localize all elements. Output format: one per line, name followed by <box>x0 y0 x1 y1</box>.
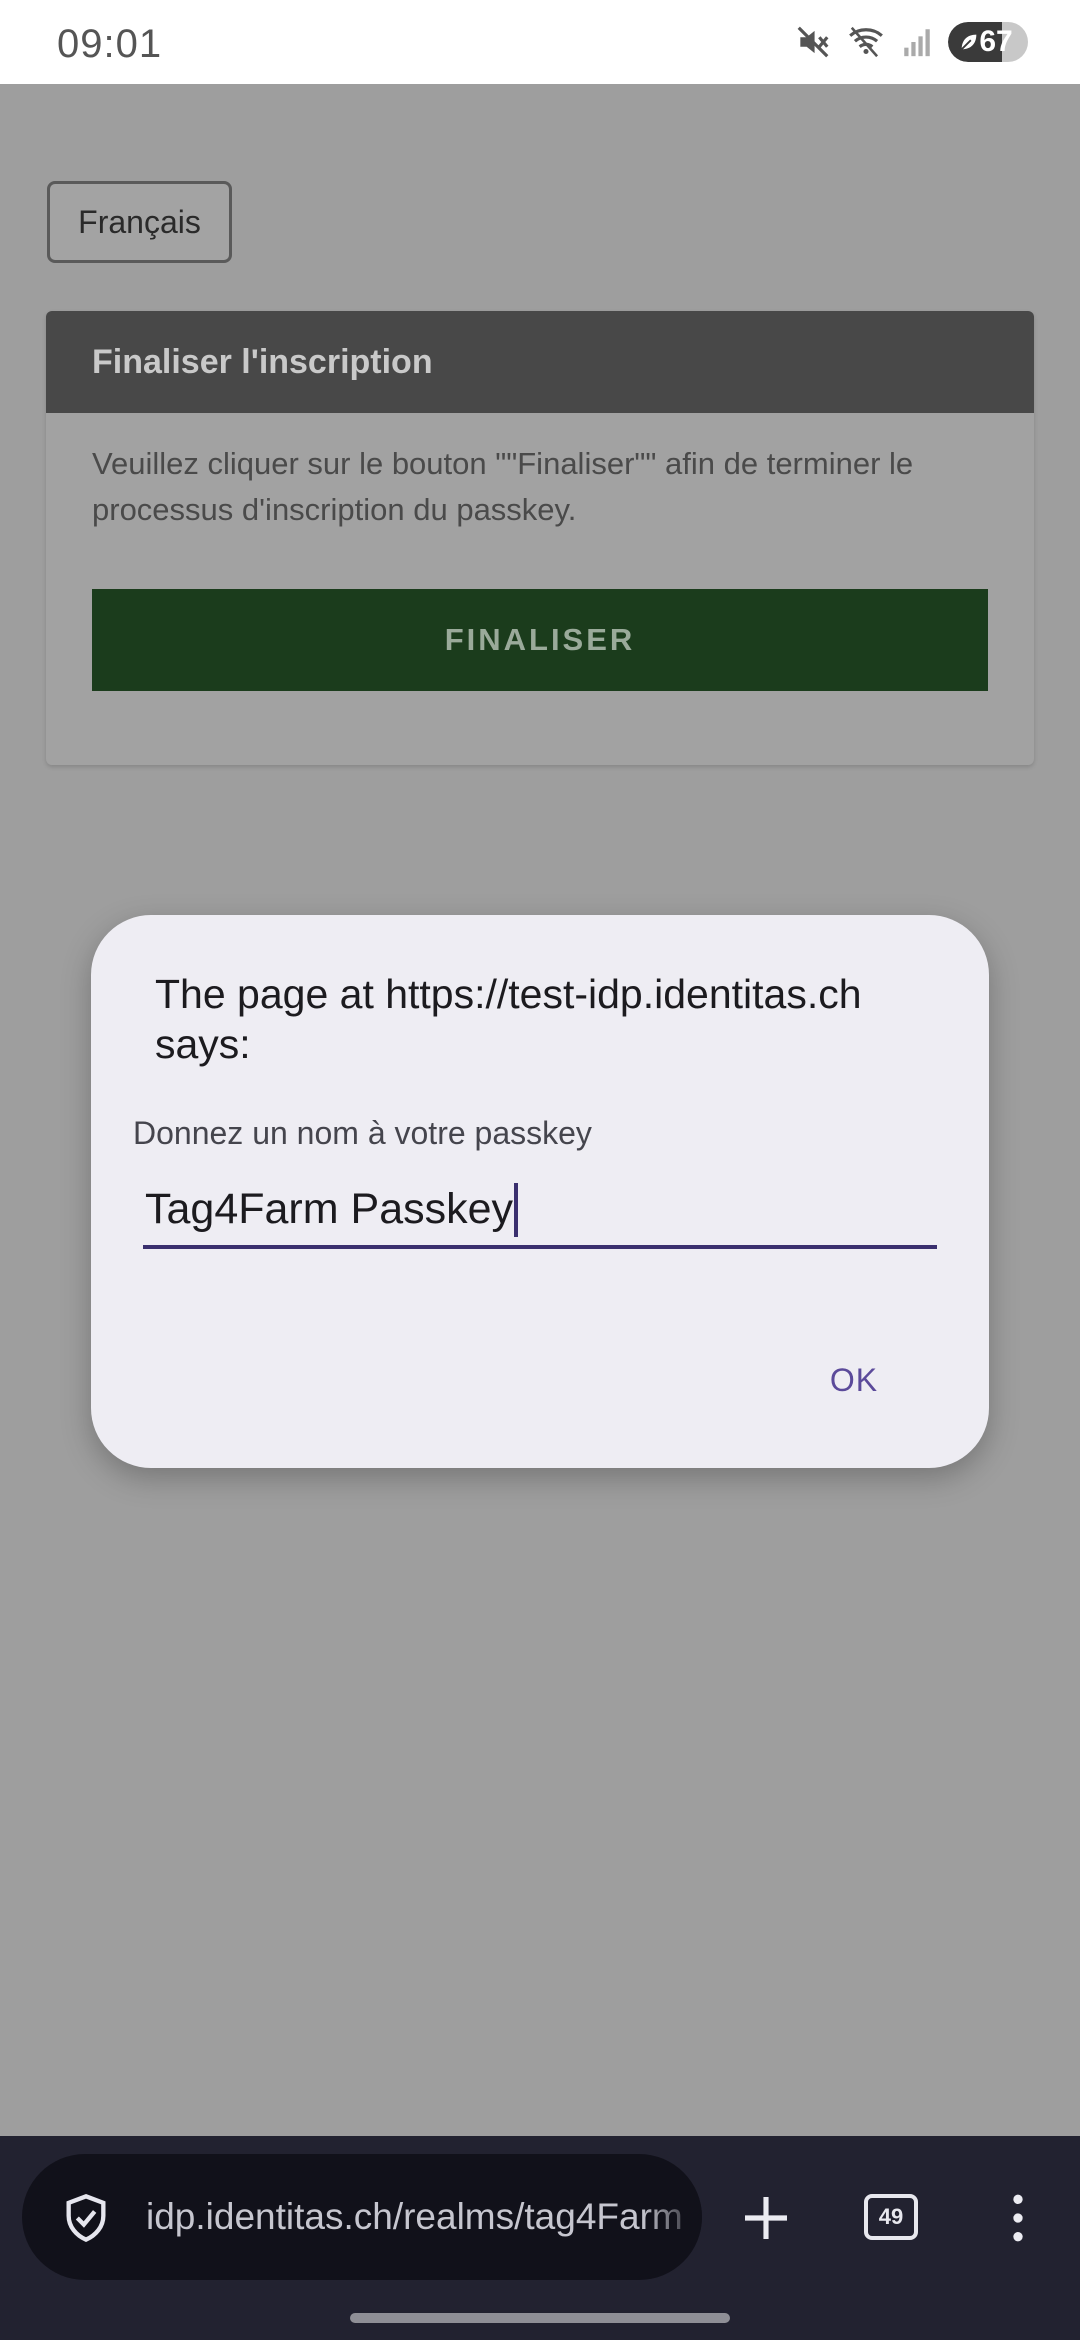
new-tab-plus-icon[interactable] <box>738 2190 794 2251</box>
screen: 09:01 67 Français Finaliser l'inscriptio… <box>0 0 1080 2340</box>
card-body-text: Veuillez cliquer sur le bouton ""Finalis… <box>92 446 914 527</box>
prompt-dialog: The page at https://test-idp.identitas.c… <box>91 915 989 1468</box>
more-menu-icon[interactable] <box>1000 2190 1036 2251</box>
passkey-name-input[interactable]: Tag4Farm Passkey <box>143 1183 937 1249</box>
passkey-name-value: Tag4Farm Passkey <box>145 1185 514 1233</box>
signal-icon <box>900 25 934 59</box>
ok-button[interactable]: OK <box>799 1345 909 1415</box>
battery-icon: 67 <box>948 22 1028 62</box>
browser-toolbar: idp.identitas.ch/realms/tag4Farm 49 <box>0 2136 1080 2340</box>
wifi-icon <box>846 23 886 61</box>
status-bar: 09:01 67 <box>0 0 1080 84</box>
card-title: Finaliser l'inscription <box>46 311 1034 413</box>
url-text: idp.identitas.ch/realms/tag4Farm <box>146 2196 683 2237</box>
language-button[interactable]: Français <box>47 181 232 263</box>
status-icons: 67 <box>794 20 1028 64</box>
address-bar[interactable]: idp.identitas.ch/realms/tag4Farm <box>22 2154 702 2280</box>
battery-level: 67 <box>979 25 1013 58</box>
status-time: 09:01 <box>57 22 163 66</box>
finalize-button[interactable]: FINALISER <box>92 589 988 691</box>
registration-card: Finaliser l'inscription Veuillez cliquer… <box>46 311 1034 765</box>
dialog-message: Donnez un nom à votre passkey <box>133 1115 592 1151</box>
mute-icon <box>794 23 832 61</box>
shield-check-icon[interactable] <box>60 2192 112 2249</box>
home-indicator[interactable] <box>350 2313 730 2323</box>
text-caret <box>514 1183 519 1237</box>
dialog-title: The page at https://test-idp.identitas.c… <box>155 971 862 1067</box>
tab-switcher-button[interactable]: 49 <box>864 2194 918 2240</box>
